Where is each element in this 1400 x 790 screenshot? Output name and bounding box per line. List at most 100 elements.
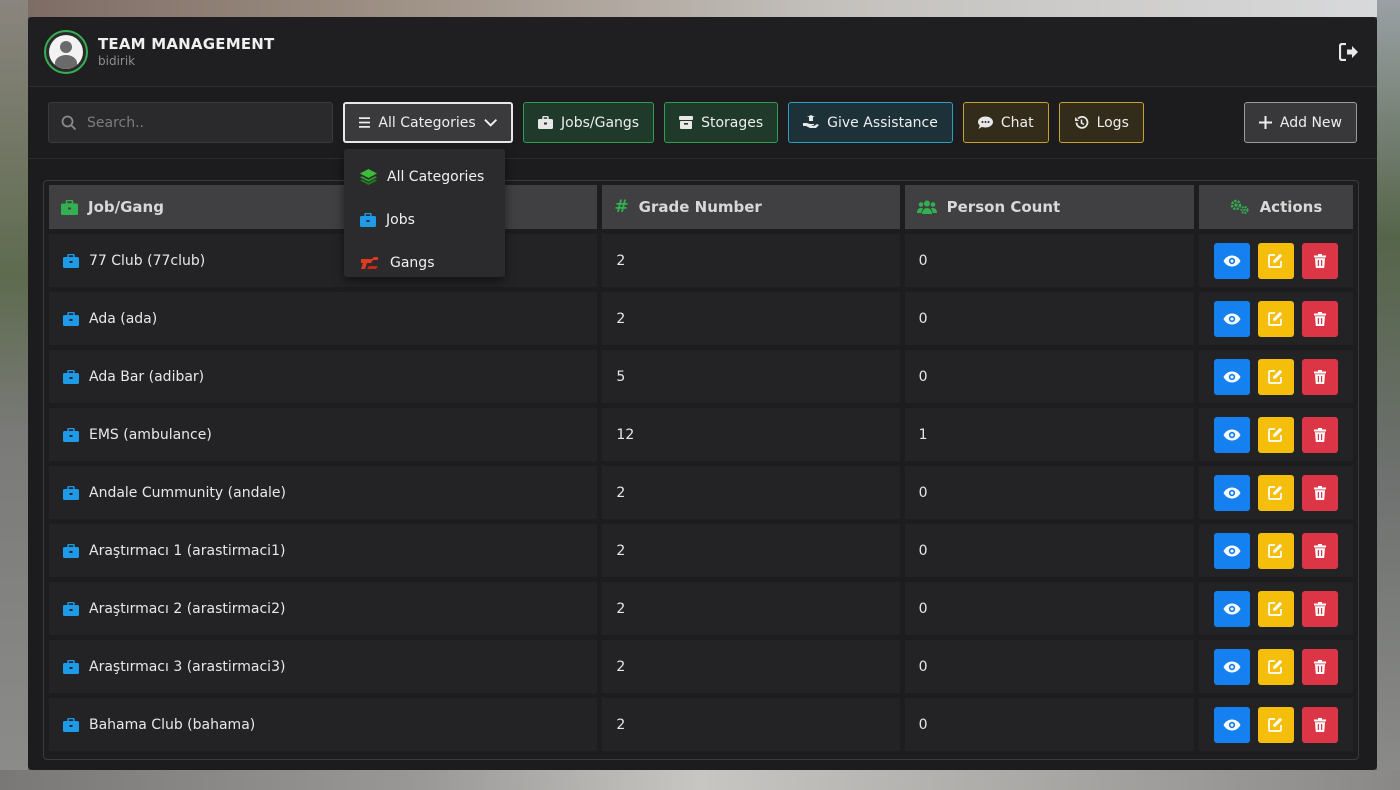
briefcase-icon bbox=[63, 485, 79, 500]
edit-button[interactable] bbox=[1257, 358, 1294, 395]
eye-icon bbox=[1223, 255, 1241, 266]
edit-icon bbox=[1268, 543, 1283, 558]
table-row: Araştırmacı 3 (arastirmaci3) 2 0 bbox=[49, 640, 1353, 693]
table-body: 77 Club (77club) 2 0 Ada (ada) 2 0 Ada B… bbox=[49, 234, 1353, 751]
actions-cell bbox=[1198, 582, 1353, 635]
edit-button[interactable] bbox=[1257, 706, 1294, 743]
trash-icon bbox=[1313, 253, 1326, 268]
search-icon bbox=[61, 115, 77, 130]
sign-out-icon[interactable] bbox=[1337, 40, 1361, 64]
header-job-gang[interactable]: Job/Gang bbox=[49, 185, 598, 229]
eye-icon bbox=[1223, 719, 1241, 730]
storages-label: Storages bbox=[701, 114, 764, 131]
trash-icon bbox=[1313, 311, 1326, 326]
dropdown-item-jobs[interactable]: Jobs bbox=[344, 198, 505, 241]
person-count-cell: 0 bbox=[904, 698, 1194, 751]
job-name: Araştırmacı 2 (arastirmaci2) bbox=[89, 600, 286, 617]
dropdown-item-all-categories[interactable]: All Categories bbox=[344, 155, 505, 198]
search-box[interactable] bbox=[48, 102, 333, 143]
eye-icon bbox=[1223, 313, 1241, 324]
view-button[interactable] bbox=[1213, 242, 1250, 279]
job-name-cell: 77 Club (77club) bbox=[49, 234, 598, 287]
eye-icon bbox=[1223, 661, 1241, 672]
chat-button[interactable]: Chat bbox=[962, 102, 1049, 143]
person-count-cell: 0 bbox=[904, 582, 1194, 635]
grade-number-cell: 5 bbox=[602, 350, 900, 403]
job-name-cell: Araştırmacı 3 (arastirmaci3) bbox=[49, 640, 598, 693]
job-name-cell: Ada (ada) bbox=[49, 292, 598, 345]
edit-icon bbox=[1268, 427, 1283, 442]
give-assistance-label: Give Assistance bbox=[827, 114, 938, 131]
chevron-down-icon bbox=[483, 118, 497, 127]
jobs-gangs-label: Jobs/Gangs bbox=[561, 114, 640, 131]
view-button[interactable] bbox=[1213, 474, 1250, 511]
table-row: Araştırmacı 1 (arastirmaci1) 2 0 bbox=[49, 524, 1353, 577]
avatar bbox=[44, 29, 88, 74]
delete-button[interactable] bbox=[1301, 300, 1338, 337]
briefcase-icon bbox=[63, 311, 79, 326]
dropdown-item-label: Jobs bbox=[386, 211, 415, 228]
edit-button[interactable] bbox=[1257, 416, 1294, 453]
table-row: 77 Club (77club) 2 0 bbox=[49, 234, 1353, 287]
trash-icon bbox=[1313, 601, 1326, 616]
table-row: Ada Bar (adibar) 5 0 bbox=[49, 350, 1353, 403]
briefcase-icon bbox=[63, 369, 79, 384]
delete-button[interactable] bbox=[1301, 242, 1338, 279]
edit-button[interactable] bbox=[1257, 532, 1294, 569]
grade-number-cell: 2 bbox=[602, 582, 900, 635]
briefcase-icon bbox=[63, 543, 79, 558]
delete-button[interactable] bbox=[1301, 532, 1338, 569]
logs-button[interactable]: Logs bbox=[1058, 102, 1144, 143]
edit-button[interactable] bbox=[1257, 648, 1294, 685]
edit-button[interactable] bbox=[1257, 590, 1294, 627]
trash-icon bbox=[1313, 659, 1326, 674]
view-button[interactable] bbox=[1213, 532, 1250, 569]
plus-icon bbox=[1258, 116, 1272, 129]
table-row: Andale Cummunity (andale) 2 0 bbox=[49, 466, 1353, 519]
briefcase-icon bbox=[63, 601, 79, 616]
dropdown-item-gangs[interactable]: Gangs bbox=[344, 241, 505, 284]
grade-number-cell: 2 bbox=[602, 466, 900, 519]
actions-cell bbox=[1198, 524, 1353, 577]
view-button[interactable] bbox=[1213, 648, 1250, 685]
title-block: TEAM MANAGEMENT bidirik bbox=[98, 35, 274, 68]
category-select[interactable]: All Categories bbox=[343, 102, 513, 143]
grade-number-cell: 2 bbox=[602, 234, 900, 287]
briefcase-icon bbox=[538, 116, 553, 129]
header: TEAM MANAGEMENT bidirik bbox=[28, 17, 1377, 87]
view-button[interactable] bbox=[1213, 416, 1250, 453]
edit-button[interactable] bbox=[1257, 474, 1294, 511]
give-assistance-button[interactable]: Give Assistance bbox=[788, 102, 953, 143]
jobs-gangs-button[interactable]: Jobs/Gangs bbox=[523, 102, 655, 143]
view-button[interactable] bbox=[1213, 590, 1250, 627]
delete-button[interactable] bbox=[1301, 416, 1338, 453]
header-grade-number[interactable]: # Grade Number bbox=[602, 185, 900, 229]
bars-icon bbox=[359, 117, 371, 128]
delete-button[interactable] bbox=[1301, 706, 1338, 743]
view-button[interactable] bbox=[1213, 300, 1250, 337]
delete-button[interactable] bbox=[1301, 648, 1338, 685]
table-row: Araştırmacı 2 (arastirmaci2) 2 0 bbox=[49, 582, 1353, 635]
history-icon bbox=[1074, 116, 1088, 129]
header-actions-label: Actions bbox=[1259, 198, 1323, 216]
storages-button[interactable]: Storages bbox=[664, 102, 779, 143]
user-icon bbox=[49, 34, 83, 69]
header-person-count[interactable]: Person Count bbox=[904, 185, 1194, 229]
delete-button[interactable] bbox=[1301, 590, 1338, 627]
category-dropdown-menu: All Categories Jobs Gangs bbox=[344, 149, 505, 277]
header-grade-number-label: Grade Number bbox=[638, 198, 762, 216]
edit-button[interactable] bbox=[1257, 242, 1294, 279]
view-button[interactable] bbox=[1213, 706, 1250, 743]
view-button[interactable] bbox=[1213, 358, 1250, 395]
team-management-window: TEAM MANAGEMENT bidirik All Categories bbox=[28, 17, 1377, 770]
edit-button[interactable] bbox=[1257, 300, 1294, 337]
delete-button[interactable] bbox=[1301, 474, 1338, 511]
dropdown-item-label: All Categories bbox=[387, 168, 485, 185]
job-name: Araştırmacı 3 (arastirmaci3) bbox=[89, 658, 286, 675]
search-input[interactable] bbox=[87, 114, 307, 131]
job-name-cell: Andale Cummunity (andale) bbox=[49, 466, 598, 519]
edit-icon bbox=[1268, 601, 1283, 616]
job-name-cell: Araştırmacı 2 (arastirmaci2) bbox=[49, 582, 598, 635]
add-new-button[interactable]: Add New bbox=[1243, 102, 1357, 143]
delete-button[interactable] bbox=[1301, 358, 1338, 395]
